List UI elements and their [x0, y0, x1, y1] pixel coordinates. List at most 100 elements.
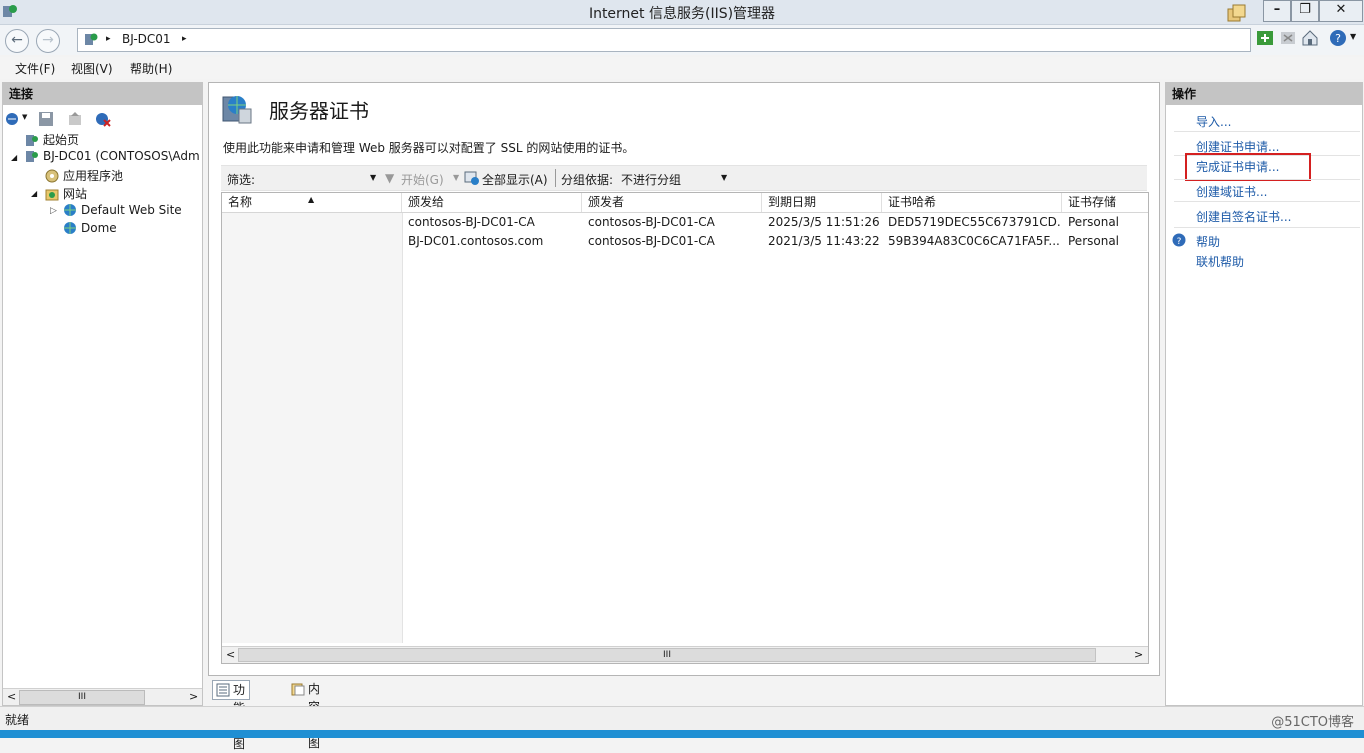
tree-label: 网站	[63, 187, 88, 201]
home-page-icon	[26, 135, 38, 146]
connections-header: 连接	[3, 83, 202, 105]
menu-view[interactable]: 视图(V)	[71, 60, 113, 77]
filter-label: 筛选:	[227, 173, 256, 187]
action-help[interactable]: 帮助	[1196, 233, 1220, 250]
content-view-icon	[291, 683, 305, 696]
save-icon[interactable]	[38, 111, 54, 127]
menu-file[interactable]: 文件(F)	[15, 60, 55, 77]
group-by-label: 分组依据:	[561, 173, 614, 187]
scroll-left-icon[interactable]: <	[226, 648, 235, 661]
cell-hash: DED5719DEC55C673791CD...	[888, 215, 1062, 229]
name-column-shade	[222, 213, 403, 643]
tree-item-start-page[interactable]: 起始页	[25, 131, 79, 148]
minimize-button[interactable]: –	[1263, 0, 1291, 22]
toolbar-separator	[555, 169, 556, 187]
expand-collapse-icon[interactable]: ◢	[11, 153, 17, 162]
title-bar: Internet 信息服务(IIS)管理器 – ❐ ✕	[0, 0, 1364, 25]
home-icon[interactable]	[1301, 29, 1319, 47]
cell-expiration: 2021/3/5 11:43:22	[768, 234, 880, 248]
tree-item-app-pools[interactable]: 应用程序池	[45, 167, 123, 184]
server-icon	[26, 151, 38, 162]
sites-folder-icon	[45, 189, 59, 201]
breadcrumb-arrow[interactable]: ▸	[182, 34, 187, 44]
features-view-icon	[216, 683, 230, 697]
expand-collapse-icon[interactable]: ◢	[31, 189, 37, 198]
scroll-thumb[interactable]: III	[238, 648, 1096, 662]
expand-icon[interactable]: ▷	[50, 206, 57, 216]
cell-name	[222, 213, 402, 232]
close-button[interactable]: ✕	[1319, 0, 1363, 22]
tab-content-view[interactable]: 内容视图	[288, 680, 324, 750]
table-row[interactable]: BJ-DC01.contosos.com contosos-BJ-DC01-CA…	[222, 232, 1148, 251]
grid-header: 名称 ▲ 颁发给 颁发者 到期日期 证书哈希 证书存储	[222, 193, 1148, 213]
cell-issued-to: BJ-DC01.contosos.com	[408, 234, 544, 248]
scroll-left-icon[interactable]: <	[7, 690, 16, 703]
certificates-grid: 名称 ▲ 颁发给 颁发者 到期日期 证书哈希 证书存储 contosos-BJ-…	[221, 192, 1149, 664]
cell-name	[222, 232, 402, 251]
divider	[1174, 131, 1360, 132]
address-bar[interactable]: ▸ BJ-DC01 ▸	[77, 28, 1251, 52]
cell-store: Personal	[1068, 234, 1120, 248]
table-row[interactable]: contosos-BJ-DC01-CA contosos-BJ-DC01-CA …	[222, 213, 1148, 232]
actions-header: 操作	[1166, 83, 1362, 105]
show-all-button[interactable]: 全部显示(A)	[482, 171, 548, 188]
cell-issued-by: contosos-BJ-DC01-CA	[588, 215, 715, 229]
sort-ascending-icon: ▲	[308, 195, 315, 204]
show-all-icon	[464, 171, 479, 185]
tree-label: 起始页	[43, 133, 80, 147]
funnel-icon: ▼	[385, 171, 395, 185]
status-text: 就绪	[5, 713, 30, 727]
globe-icon	[64, 222, 76, 234]
stop-icon[interactable]	[1279, 29, 1297, 47]
tree-item-dome[interactable]: Dome	[63, 221, 117, 235]
tab-features-view[interactable]: 功能视图	[212, 680, 251, 751]
forward-button[interactable]: →	[36, 29, 60, 53]
connect-dropdown-icon[interactable]: ▼	[22, 113, 27, 121]
server-icon	[85, 33, 98, 45]
breadcrumb-arrow[interactable]: ▸	[106, 34, 111, 44]
divider	[1174, 179, 1360, 180]
horizontal-scrollbar[interactable]: < III >	[3, 688, 202, 705]
address-row: ← → ▸ BJ-DC01 ▸ ? ▼	[0, 25, 1364, 55]
tree-label: 应用程序池	[63, 169, 124, 183]
filter-dropdown-icon[interactable]: ▼	[370, 173, 376, 182]
window-stack-icon	[1227, 4, 1246, 22]
scroll-thumb[interactable]: III	[19, 690, 145, 705]
filter-input[interactable]	[259, 168, 377, 186]
restore-button[interactable]: ❐	[1291, 0, 1319, 22]
column-header-expiration[interactable]: 到期日期	[762, 193, 882, 212]
tree-item-default-web-site[interactable]: Default Web Site	[63, 203, 182, 217]
start-dropdown-icon[interactable]: ▼	[453, 173, 459, 182]
column-header-hash[interactable]: 证书哈希	[882, 193, 1062, 212]
breadcrumb-server[interactable]: BJ-DC01	[122, 32, 171, 46]
cell-issued-by: contosos-BJ-DC01-CA	[588, 234, 715, 248]
action-import[interactable]: 导入...	[1196, 113, 1231, 130]
help-icon[interactable]: ?	[1329, 29, 1347, 47]
action-create-self-signed-certificate[interactable]: 创建自签名证书...	[1196, 208, 1291, 225]
grid-horizontal-scrollbar[interactable]: < III >	[222, 646, 1148, 663]
refresh-icon[interactable]	[1256, 29, 1274, 47]
scroll-right-icon[interactable]: >	[1134, 648, 1143, 661]
start-button[interactable]: 开始(G)	[401, 171, 444, 188]
column-header-store[interactable]: 证书存储	[1062, 193, 1148, 212]
group-by-select[interactable]: 不进行分组	[621, 171, 681, 188]
column-header-issued-by[interactable]: 颁发者	[582, 193, 762, 212]
delete-connection-icon[interactable]	[95, 111, 111, 127]
help-dropdown-icon[interactable]: ▼	[1350, 32, 1356, 41]
back-button[interactable]: ←	[5, 29, 29, 53]
tree-item-sites[interactable]: 网站	[45, 185, 87, 202]
svg-text:?: ?	[1335, 32, 1341, 45]
tree-item-server[interactable]: BJ-DC01 (CONTOSOS\Adm	[25, 149, 200, 163]
action-create-domain-certificate[interactable]: 创建域证书...	[1196, 183, 1267, 200]
menu-bar: 文件(F) 视图(V) 帮助(H)	[0, 57, 1364, 79]
connect-icon[interactable]	[5, 111, 21, 127]
group-by-dropdown-icon[interactable]: ▼	[721, 173, 727, 182]
server-certificates-icon	[222, 96, 252, 124]
cell-store: Personal	[1068, 215, 1120, 229]
svg-text:?: ?	[1177, 237, 1182, 247]
column-header-issued-to[interactable]: 颁发给	[402, 193, 582, 212]
menu-help[interactable]: 帮助(H)	[130, 60, 172, 77]
scroll-right-icon[interactable]: >	[189, 690, 198, 703]
action-online-help[interactable]: 联机帮助	[1196, 253, 1244, 270]
up-level-icon[interactable]	[67, 111, 83, 127]
